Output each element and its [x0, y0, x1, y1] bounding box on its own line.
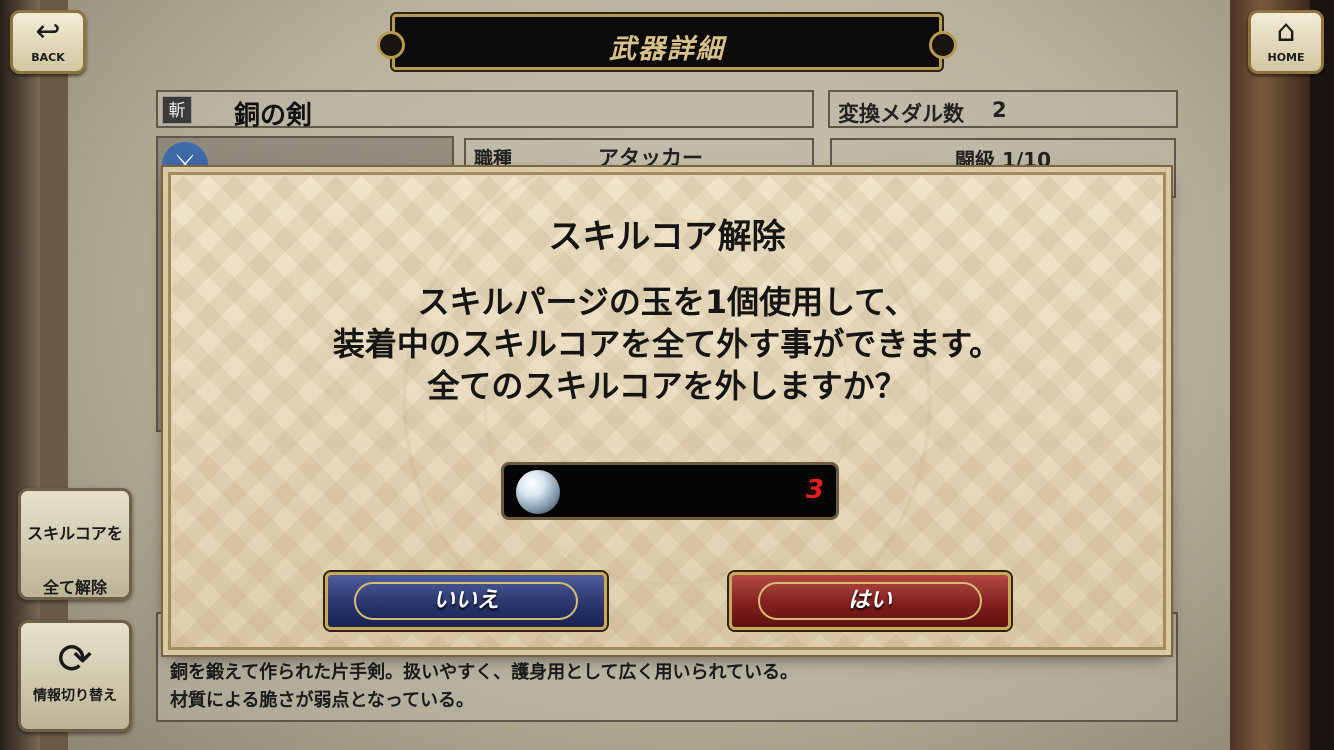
skill-core-release-dialog: スキルコア解除 スキルパージの玉を1個使用して、 装着中のスキルコアを全て外す事… [168, 172, 1166, 650]
yes-button-label: はい [847, 588, 892, 613]
page-title: 武器詳細 [609, 34, 725, 65]
dialog-message-line: 装着中のスキルコアを全て外す事ができます。 [332, 325, 1002, 363]
weapon-name: 銅の剣 [234, 101, 313, 131]
no-button[interactable]: いいえ [325, 572, 607, 630]
dialog-message: スキルパージの玉を1個使用して、 装着中のスキルコアを全て外す事ができます。 全… [171, 281, 1163, 407]
purge-orb-icon [516, 470, 560, 514]
dialog-message-line: 全てのスキルコアを外しますか？ [427, 367, 907, 405]
medal-value: 2 [992, 98, 1007, 122]
job-label: 職種 [474, 148, 513, 170]
book-spine [1230, 0, 1310, 750]
switch-info-label: 情報切り替え [33, 688, 117, 704]
home-button[interactable]: ⌂ HOME [1248, 10, 1324, 74]
refresh-icon: ⟳ [57, 634, 93, 683]
back-button[interactable]: ↩ BACK [10, 10, 86, 74]
medal-label: 変換メダル数 [838, 102, 964, 126]
dialog-title: スキルコア解除 [548, 217, 786, 257]
home-label: HOME [1267, 51, 1305, 64]
home-icon: ⌂ [1276, 14, 1296, 49]
release-all-skill-cores-button[interactable]: スキルコアを 全て解除 [18, 488, 132, 600]
switch-info-button[interactable]: ⟳ 情報切り替え [18, 620, 132, 732]
back-label: BACK [31, 51, 65, 64]
dialog-message-line: スキルパージの玉を1個使用して、 [417, 283, 917, 321]
weapon-name-row: 斬 銅の剣 [156, 90, 814, 131]
yes-button[interactable]: はい [729, 572, 1011, 630]
job-row: 職種 アタッカー [464, 138, 814, 172]
release-all-label-2: 全て解除 [42, 578, 107, 597]
purge-orb-count-bar: 3 [501, 462, 839, 520]
purge-orb-count: 3 [805, 475, 824, 505]
job-value: アタッカー [598, 146, 703, 170]
description-line: 材質による脆さが弱点となっている。 [170, 690, 475, 711]
rank-label: 闘級 1/10 [954, 148, 1051, 172]
weapon-type-tag: 斬 [162, 96, 192, 124]
back-arrow-icon: ↩ [35, 14, 61, 49]
title-plate: 武器詳細 [377, 14, 957, 70]
description-line: 銅を鍛えて作られた片手剣。扱いやすく、護身用として広く用いられている。 [170, 662, 799, 683]
medal-row: 変換メダル数 2 [828, 90, 1178, 128]
release-all-label-1: スキルコアを [27, 524, 123, 543]
no-button-label: いいえ [432, 588, 499, 613]
